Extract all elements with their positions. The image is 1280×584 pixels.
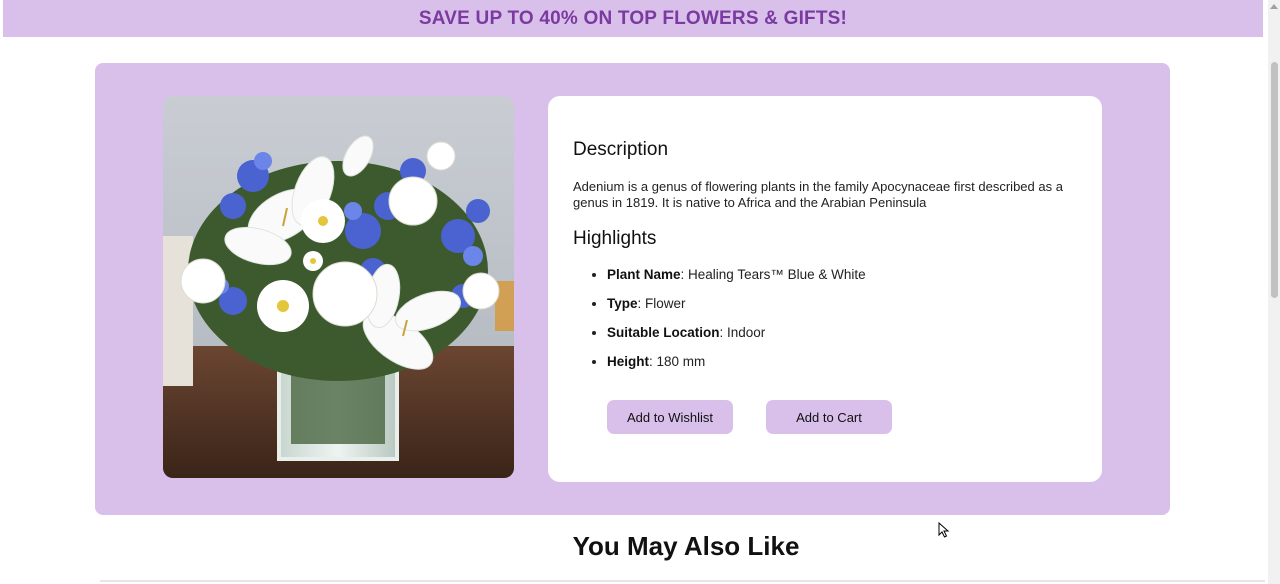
highlights-title: Highlights <box>573 228 657 249</box>
mouse-cursor-icon <box>938 522 950 538</box>
promo-banner: SAVE UP TO 40% ON TOP FLOWERS & GIFTS! <box>3 0 1263 37</box>
highlights-list: Plant Name: Healing Tears™ Blue & White … <box>573 266 866 382</box>
highlight-item-plant-name: Plant Name: Healing Tears™ Blue & White <box>607 266 866 295</box>
highlight-item-height: Height: 180 mm <box>607 353 866 382</box>
section-divider <box>100 580 1265 582</box>
also-like-title: You May Also Like <box>572 531 800 561</box>
highlight-value: : Flower <box>637 296 686 311</box>
add-to-cart-button[interactable]: Add to Cart <box>766 400 892 434</box>
highlight-label: Suitable Location <box>607 325 720 340</box>
highlight-item-type: Type: Flower <box>607 295 866 324</box>
product-panel: Description Adenium is a genus of flower… <box>95 63 1170 515</box>
description-title: Description <box>573 139 669 160</box>
description-text: Adenium is a genus of flowering plants i… <box>573 179 1063 210</box>
highlight-item-location: Suitable Location: Indoor <box>607 324 866 353</box>
scroll-up-arrow-icon[interactable] <box>1270 4 1278 9</box>
highlight-label: Height <box>607 354 649 369</box>
highlight-value: : Indoor <box>719 325 766 340</box>
add-to-wishlist-button[interactable]: Add to Wishlist <box>607 400 733 434</box>
flower-bouquet-image <box>163 96 514 478</box>
promo-text: SAVE UP TO 40% ON TOP FLOWERS & GIFTS! <box>418 7 848 29</box>
highlight-value: : 180 mm <box>649 354 706 369</box>
scrollbar-thumb[interactable] <box>1271 62 1278 298</box>
highlight-label: Type <box>607 296 638 311</box>
product-details-card: Description Adenium is a genus of flower… <box>548 96 1102 482</box>
product-image <box>163 96 514 478</box>
vertical-scrollbar[interactable] <box>1268 0 1280 584</box>
highlight-value: : Healing Tears™ Blue & White <box>680 267 866 282</box>
highlight-label: Plant Name <box>607 267 681 282</box>
product-page: SAVE UP TO 40% ON TOP FLOWERS & GIFTS! D… <box>0 0 1280 584</box>
